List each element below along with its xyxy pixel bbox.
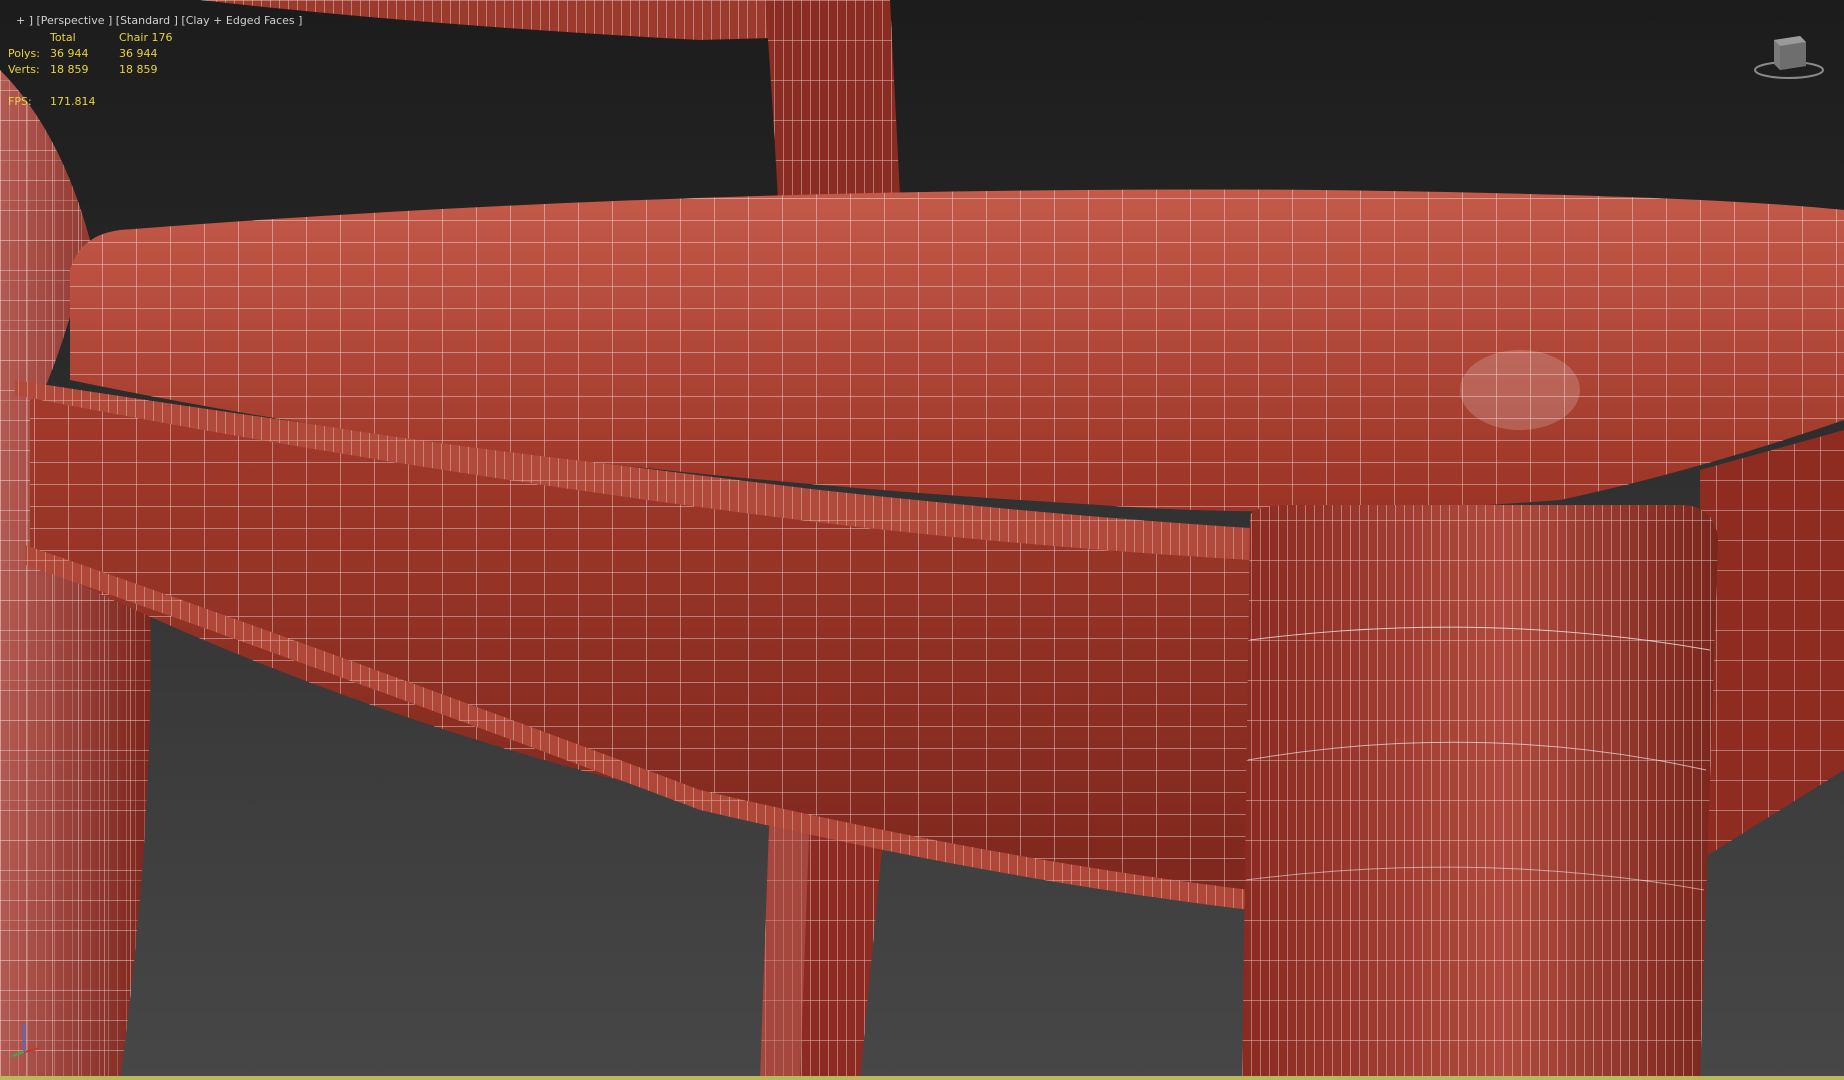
front-right-leg bbox=[1242, 505, 1718, 1080]
stats-verts-total: 18 859 bbox=[50, 63, 89, 76]
stats-polys-total: 36 944 bbox=[50, 47, 89, 60]
stats-polys-row: Polys: 36 944 36 944 bbox=[8, 47, 208, 63]
stats-fps-row: FPS: 171.814 bbox=[8, 95, 208, 111]
stats-verts-selected: 18 859 bbox=[119, 63, 158, 76]
viewcube-icon[interactable] bbox=[1752, 28, 1826, 82]
stats-header-total: Total bbox=[50, 31, 76, 44]
axis-tripod-icon bbox=[6, 1018, 46, 1058]
stats-fps-value: 171.814 bbox=[50, 95, 96, 108]
stats-verts-row: Verts: 18 859 18 859 bbox=[8, 63, 208, 79]
viewport-label-text[interactable]: + ] [Perspective ] [Standard ] [Clay + E… bbox=[16, 14, 302, 27]
viewport-perspective[interactable]: + ] [Perspective ] [Standard ] [Clay + E… bbox=[0, 0, 1844, 1080]
side-rail bbox=[1700, 430, 1844, 860]
stats-verts-label: Verts: bbox=[8, 63, 40, 76]
stats-fps-label: FPS: bbox=[8, 95, 32, 108]
stats-header-row: Total Chair 176 bbox=[8, 31, 208, 47]
viewport-active-border bbox=[0, 1076, 1844, 1080]
stats-polys-label: Polys: bbox=[8, 47, 40, 60]
back-upright bbox=[765, 0, 900, 200]
statistics-overlay: Total Chair 176 Polys: 36 944 36 944 Ver… bbox=[8, 31, 208, 111]
stats-header-object: Chair 176 bbox=[119, 31, 173, 44]
stats-polys-selected: 36 944 bbox=[119, 47, 158, 60]
chair-mesh-render bbox=[0, 0, 1844, 1080]
